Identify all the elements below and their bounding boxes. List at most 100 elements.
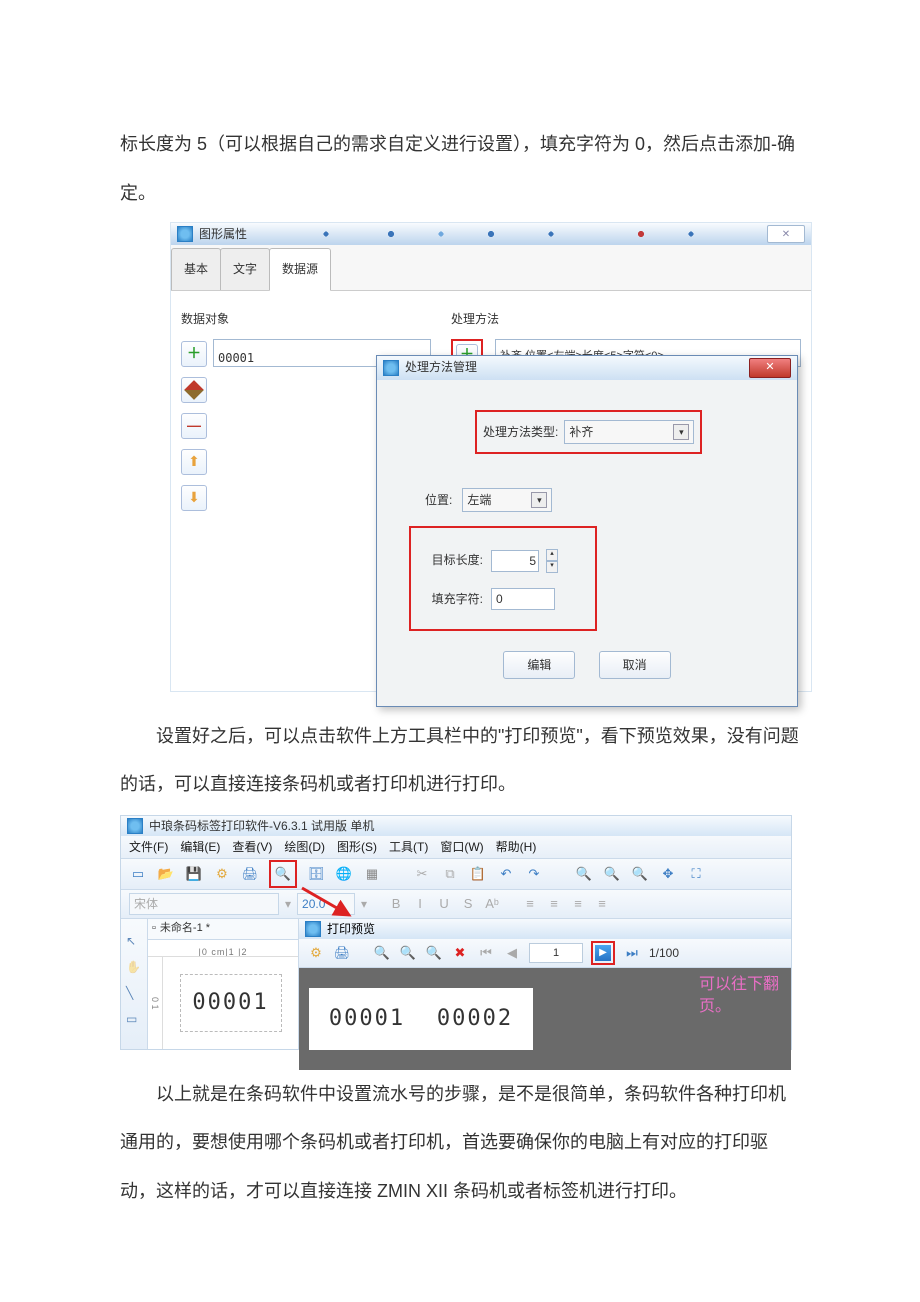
hand-icon[interactable]: ✋ [126, 951, 142, 967]
font-family-combo[interactable]: 宋体 [129, 893, 279, 915]
design-canvas[interactable]: 00001 [163, 957, 298, 1049]
pencil-icon [184, 380, 204, 400]
window-close-button[interactable]: ✕ [767, 225, 805, 243]
tab-bar: 基本 文字 数据源 [171, 245, 811, 290]
plus-icon: ＋ [187, 335, 201, 373]
copy-icon[interactable]: ⧉ [441, 865, 459, 883]
dialog-title: 处理方法管理 [405, 351, 477, 383]
remove-button[interactable]: — [181, 413, 207, 439]
screenshot-print-preview: 中琅条码标签打印软件-V6.3.1 试用版 单机 文件(F) 编辑(E) 查看(… [120, 815, 792, 1050]
new-icon[interactable]: ▭ [129, 865, 147, 883]
redo-icon[interactable]: ↷ [525, 865, 543, 883]
main-toolbar: ▭ 📂 💾 ⚙ 🖨 🔍 🗄 🌐 ▦ ✂ ⧉ 📋 ↶ ↷ 🔍 🔍 🔍 ✥ ⛶ [121, 858, 791, 890]
position-label: 位置: [425, 484, 452, 516]
tab-datasource[interactable]: 数据源 [269, 248, 331, 290]
db-icon[interactable]: 🗄 [307, 865, 325, 883]
fill-char-input[interactable]: 0 [491, 588, 555, 610]
print-preview-panel: 打印预览 ⚙ 🖨 🔍 🔍 🔍 ✖ ⏮ ◀ 1 ▶ [299, 919, 791, 1049]
last-page-icon[interactable]: ⏭ [623, 944, 641, 962]
page-total: 1/100 [649, 937, 679, 969]
preview-label-2: 00002 [425, 994, 525, 1044]
process-method-dialog: 处理方法管理 ✕ 处理方法类型: 补齐 ▾ 位置: 左端 [376, 355, 798, 707]
first-page-icon[interactable]: ⏮ [477, 944, 495, 962]
titlebar-decor [251, 228, 751, 240]
annotation-pink-note: 可以往下翻 页。 [699, 974, 779, 1019]
edit-button[interactable] [181, 377, 207, 403]
undo-icon[interactable]: ↶ [497, 865, 515, 883]
zoom-fit-icon[interactable]: 🔍 [425, 944, 443, 962]
globe-icon[interactable]: 🌐 [335, 865, 353, 883]
paragraph-2: 设置好之后，可以点击软件上方工具栏中的"打印预览"，看下预览效果，没有问题的话，… [120, 712, 800, 809]
text-style-icon[interactable]: Aᵇ [483, 895, 501, 913]
zoom-in-icon[interactable]: 🔍 [373, 944, 391, 962]
italic-icon[interactable]: I [411, 895, 429, 913]
rect-icon[interactable]: ▭ [126, 1003, 142, 1019]
paste-icon[interactable]: 📋 [469, 865, 487, 883]
next-page-icon[interactable]: ▶ [595, 945, 611, 961]
open-icon[interactable]: 📂 [157, 865, 175, 883]
move-icon[interactable]: ✥ [659, 865, 677, 883]
dialog-close-button[interactable]: ✕ [749, 358, 791, 378]
data-object-label: 数据对象 [181, 303, 431, 335]
strike-icon[interactable]: S [459, 895, 477, 913]
line-icon[interactable]: ╲ [126, 977, 142, 993]
pointer-icon[interactable]: ↖ [126, 925, 142, 941]
align-right-icon[interactable]: ≡ [569, 895, 587, 913]
print-icon[interactable]: 🖨 [241, 865, 259, 883]
save-icon[interactable]: 💾 [185, 865, 203, 883]
doc-tab[interactable]: ▫ 未命名-1 * [148, 919, 298, 940]
paragraph-3: 以上就是在条码软件中设置流水号的步骤，是不是很简单，条码软件各种打印机通用的，要… [120, 1070, 800, 1216]
process-method-label: 处理方法 [451, 303, 801, 335]
dialog-cancel-button[interactable]: 取消 [599, 651, 671, 679]
minus-icon: — [187, 407, 201, 445]
highlight-print-preview: 🔍 [269, 860, 297, 888]
align-left-icon[interactable]: ≡ [521, 895, 539, 913]
print-preview-icon[interactable]: 🔍 [274, 865, 292, 883]
target-length-input[interactable]: 5 [491, 550, 539, 572]
type-value: 补齐 [569, 416, 593, 448]
chevron-down-icon: ▾ [285, 888, 291, 920]
app-icon [383, 360, 399, 376]
fullscreen-icon[interactable]: ⛶ [687, 865, 705, 883]
tab-text[interactable]: 文字 [220, 248, 270, 289]
highlight-type: 处理方法类型: 补齐 ▾ [475, 410, 702, 454]
zoom-fit-icon[interactable]: 🔍 [631, 865, 649, 883]
move-up-button[interactable] [181, 449, 207, 475]
close-preview-icon[interactable]: ✖ [451, 944, 469, 962]
font-size-value: 20.0 [302, 888, 325, 920]
app-icon [177, 226, 193, 242]
window-titlebar: 图形属性 ✕ [171, 223, 811, 245]
position-combo[interactable]: 左端 ▾ [462, 488, 552, 512]
window-title: 图形属性 [199, 218, 247, 250]
left-toolbar: ↖ ✋ ╲ ▭ [121, 919, 148, 1049]
zoom-out-icon[interactable]: 🔍 [603, 865, 621, 883]
dialog-edit-button[interactable]: 编辑 [503, 651, 575, 679]
underline-icon[interactable]: U [435, 895, 453, 913]
align-center-icon[interactable]: ≡ [545, 895, 563, 913]
print-icon[interactable]: 🖨 [333, 944, 351, 962]
zoom-out-icon[interactable]: 🔍 [399, 944, 417, 962]
bold-icon[interactable]: B [387, 895, 405, 913]
font-size-combo[interactable]: 20.0 [297, 893, 355, 915]
label-preview[interactable]: 00001 [180, 974, 282, 1032]
gear-icon[interactable]: ⚙ [307, 944, 325, 962]
move-down-button[interactable] [181, 485, 207, 511]
prev-page-icon[interactable]: ◀ [503, 944, 521, 962]
target-length-label: 目标长度: [423, 544, 483, 576]
length-spinner[interactable]: ▴▾ [546, 549, 558, 573]
zoom-in-icon[interactable]: 🔍 [575, 865, 593, 883]
gear-icon[interactable]: ⚙ [213, 865, 231, 883]
fill-char-label: 填充字符: [423, 583, 483, 615]
highlight-params: 目标长度: 5 ▴▾ 填充字符: 0 [409, 526, 597, 631]
font-toolbar: 宋体 ▾ 20.0 ▾ B I U S Aᵇ ≡ ≡ ≡ ≡ [121, 890, 791, 919]
tab-basic[interactable]: 基本 [171, 248, 221, 289]
add-button[interactable]: ＋ [181, 341, 207, 367]
grid-icon[interactable]: ▦ [363, 865, 381, 883]
dialog-titlebar: 处理方法管理 ✕ [377, 356, 797, 380]
cut-icon[interactable]: ✂ [413, 865, 431, 883]
preview-strip: 00001 00002 [309, 988, 533, 1050]
ruler-v: 0 1 [148, 957, 163, 1049]
align-justify-icon[interactable]: ≡ [593, 895, 611, 913]
type-combo[interactable]: 补齐 ▾ [564, 420, 694, 444]
page-input[interactable]: 1 [529, 943, 583, 963]
